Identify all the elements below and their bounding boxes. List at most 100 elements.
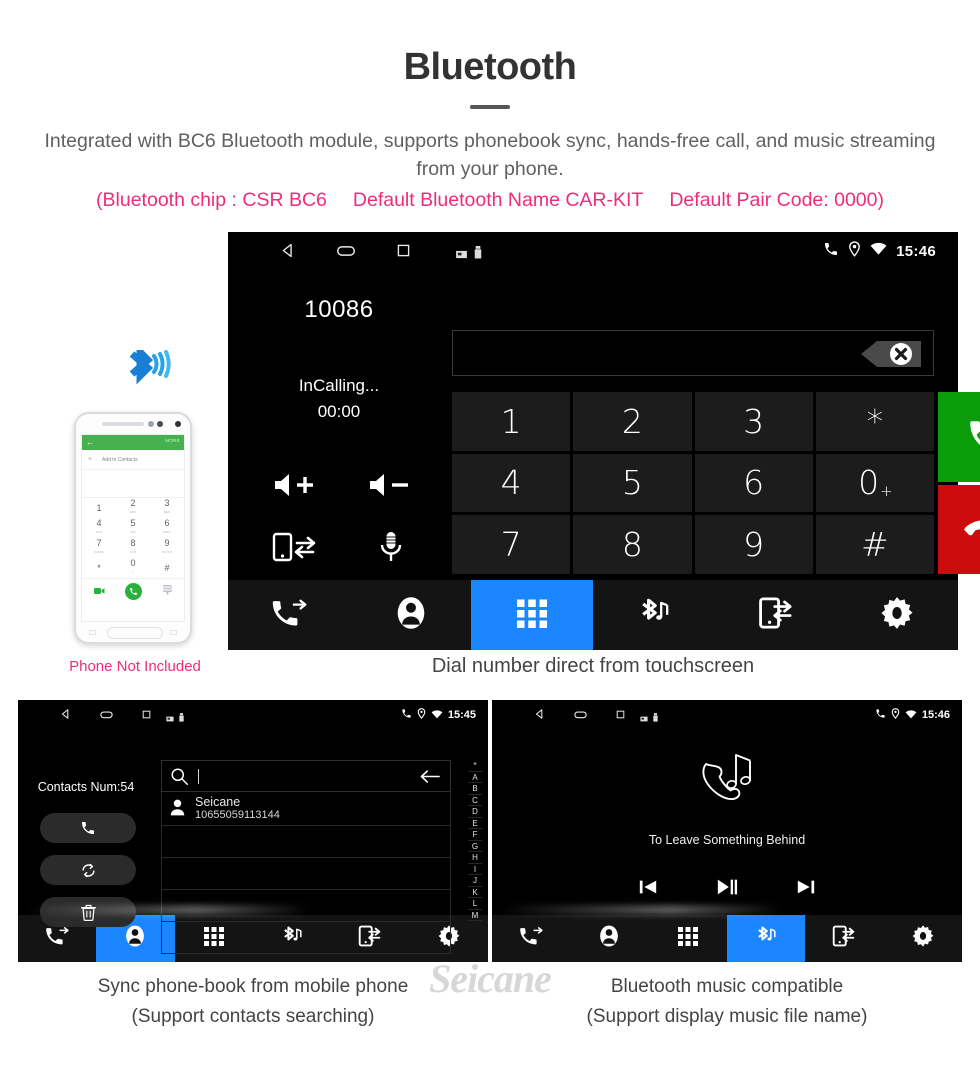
keypad-key-3[interactable]: 3 bbox=[694, 392, 813, 451]
alpha-index-I[interactable]: I bbox=[468, 864, 482, 875]
search-caret bbox=[198, 769, 199, 784]
phone-keypad-icon bbox=[163, 582, 172, 600]
phone-back-button bbox=[170, 630, 177, 635]
volume-up-icon[interactable] bbox=[273, 471, 319, 504]
nav-call-history[interactable] bbox=[492, 915, 570, 962]
page-title: Bluetooth bbox=[403, 46, 577, 88]
nav-contacts[interactable] bbox=[350, 580, 472, 650]
keypad-key-sublabel: + bbox=[880, 481, 893, 500]
phone-key-9: 9 WXYZ bbox=[150, 538, 184, 558]
usb-icon bbox=[653, 709, 658, 727]
keypad-key-8[interactable]: 8 bbox=[573, 515, 692, 574]
alpha-index-J[interactable]: J bbox=[468, 875, 482, 887]
phone-more-label: MORE bbox=[165, 438, 180, 443]
page-subtitle: Integrated with BC6 Bluetooth module, su… bbox=[44, 130, 936, 180]
page-root: Bluetooth Integrated with BC6 Bluetooth … bbox=[0, 0, 980, 1088]
alpha-index-M[interactable]: M bbox=[468, 910, 482, 921]
back-triangle-icon[interactable] bbox=[60, 707, 72, 725]
nav-keypad[interactable] bbox=[471, 580, 594, 650]
search-back-arrow-icon[interactable] bbox=[420, 770, 440, 788]
contacts-sync-button[interactable] bbox=[40, 855, 136, 885]
nav-phone-transfer[interactable] bbox=[805, 915, 883, 962]
alpha-index-L[interactable]: L bbox=[468, 898, 482, 910]
search-input[interactable] bbox=[161, 760, 451, 792]
phone-key-4: 4 GHI bbox=[82, 518, 116, 538]
home-oval-icon[interactable] bbox=[99, 707, 114, 725]
nav-call-history[interactable] bbox=[228, 580, 350, 650]
alpha-index-F[interactable]: F bbox=[468, 829, 482, 841]
nav-contacts[interactable] bbox=[570, 915, 648, 962]
nav-bluetooth-music[interactable] bbox=[593, 580, 715, 650]
back-triangle-icon[interactable] bbox=[534, 707, 546, 725]
alpha-index-B[interactable]: B bbox=[468, 783, 482, 795]
keypad-key-7[interactable]: 7 bbox=[452, 515, 571, 574]
music-screenshot: 15:46 To Leave Something Behind bbox=[492, 700, 962, 962]
phone-icon bbox=[401, 706, 412, 724]
home-oval-icon[interactable] bbox=[573, 707, 588, 725]
recents-square-icon[interactable] bbox=[615, 707, 626, 725]
phone-key-hash: # bbox=[150, 558, 184, 578]
nav-settings[interactable] bbox=[836, 580, 958, 650]
phone-key-1: 1 bbox=[82, 498, 116, 518]
call-accept-button[interactable] bbox=[938, 392, 980, 482]
recents-square-icon[interactable] bbox=[395, 242, 412, 264]
contact-rows: Seicane 10655059113144 bbox=[161, 792, 451, 826]
next-track-button[interactable] bbox=[796, 877, 816, 902]
nav-keypad[interactable] bbox=[649, 915, 727, 962]
bluetooth-icon bbox=[118, 343, 188, 403]
microphone-mute-icon[interactable] bbox=[378, 530, 404, 569]
phone-home-button bbox=[107, 627, 163, 639]
music-caption-line2: (Support display music file name) bbox=[586, 1006, 868, 1027]
keypad-key-hash[interactable]: # bbox=[815, 515, 934, 574]
nav-bluetooth-music[interactable] bbox=[726, 915, 806, 962]
location-pin-icon bbox=[417, 706, 426, 724]
dialer-body: 10086 InCalling... 00:00 1 2 3 * 4 5 6 0… bbox=[228, 274, 980, 580]
contacts-body: Contacts Num:54 Seicane 10655059113144 *… bbox=[18, 728, 488, 954]
location-pin-icon bbox=[848, 241, 861, 262]
keypad-key-label: 1 bbox=[500, 401, 522, 441]
play-pause-button[interactable] bbox=[716, 876, 738, 903]
prev-track-button[interactable] bbox=[638, 877, 658, 902]
alpha-index-star[interactable]: * bbox=[468, 760, 482, 772]
volume-down-icon[interactable] bbox=[368, 471, 414, 504]
recents-square-icon[interactable] bbox=[141, 707, 152, 725]
phone-key-2: 2 ABC bbox=[116, 498, 150, 518]
alpha-index-D[interactable]: D bbox=[468, 806, 482, 818]
phone-key-letters: ABC bbox=[129, 510, 137, 514]
keypad-key-4[interactable]: 4 bbox=[452, 453, 571, 513]
alpha-index-H[interactable]: H bbox=[468, 852, 482, 864]
backspace-clear-icon[interactable] bbox=[857, 338, 923, 375]
smartphone-mockup: ← MORE + Add to Contacts 1 2 ABC 3 DEF 4 GHI 5 J… bbox=[74, 412, 192, 644]
keypad-key-2[interactable]: 2 bbox=[573, 392, 692, 451]
phone-icon bbox=[875, 706, 886, 724]
number-input-field[interactable] bbox=[452, 330, 934, 376]
transfer-to-phone-icon[interactable] bbox=[272, 531, 320, 568]
phone-key-8: 8 TUV bbox=[116, 538, 150, 558]
nav-settings[interactable] bbox=[884, 915, 962, 962]
contacts-call-button[interactable] bbox=[40, 813, 136, 843]
keypad-key-1[interactable]: 1 bbox=[452, 392, 571, 451]
alphabet-index[interactable]: * A B C D E F G H I J K L M bbox=[468, 760, 482, 921]
back-triangle-icon[interactable] bbox=[280, 242, 297, 264]
alpha-index-E[interactable]: E bbox=[468, 818, 482, 829]
alpha-index-C[interactable]: C bbox=[468, 795, 482, 806]
home-oval-icon[interactable] bbox=[335, 242, 357, 264]
keypad-key-0[interactable]: 0 + bbox=[815, 453, 934, 513]
call-action-buttons bbox=[938, 392, 980, 574]
keypad-key-5[interactable]: 5 bbox=[573, 453, 692, 513]
phone-key-letters: + bbox=[132, 570, 134, 574]
search-icon bbox=[170, 767, 189, 791]
keypad-key-star[interactable]: * bbox=[815, 392, 934, 451]
contact-row[interactable]: Seicane 10655059113144 bbox=[161, 792, 451, 826]
nav-bluetooth-music-icon bbox=[754, 924, 778, 953]
alpha-index-K[interactable]: K bbox=[468, 887, 482, 898]
nav-phone-transfer[interactable] bbox=[715, 580, 837, 650]
keypad-key-6[interactable]: 6 bbox=[694, 453, 813, 513]
call-reject-button[interactable] bbox=[938, 485, 980, 574]
phone-not-included-note: Phone Not Included bbox=[69, 658, 201, 675]
alpha-index-A[interactable]: A bbox=[468, 772, 482, 783]
phone-key-digit: 1 bbox=[96, 502, 102, 513]
keypad-key-9[interactable]: 9 bbox=[694, 515, 813, 574]
nav-keypad-icon bbox=[676, 924, 700, 953]
alpha-index-G[interactable]: G bbox=[468, 841, 482, 852]
